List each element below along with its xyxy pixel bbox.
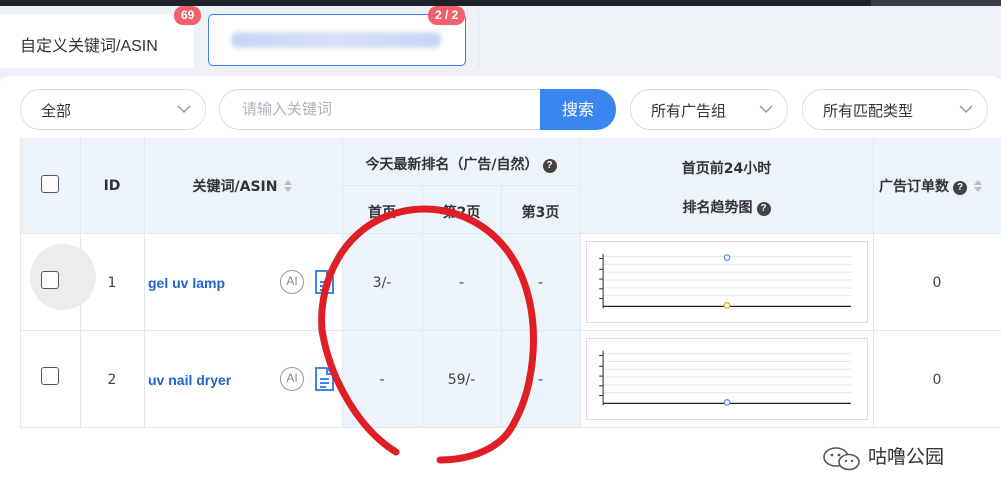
keyword-link[interactable]: gel uv lamp — [148, 275, 225, 291]
help-icon[interactable]: ? — [756, 202, 771, 216]
grid-line — [20, 233, 1001, 234]
top-window-bar-right — [871, 0, 1001, 6]
col-header-trend-line2: 排名趋势图 — [682, 200, 753, 216]
col-header-rank-group: 今天最新排名（广告/自然）? — [342, 154, 580, 174]
tab-custom-keywords[interactable]: 自定义关键词/ASIN — [0, 14, 194, 68]
top-window-bar — [0, 0, 1001, 6]
rank-page2: - — [458, 275, 465, 291]
ai-icon[interactable]: AI — [280, 367, 304, 391]
match-type-select[interactable]: 所有匹配类型 — [802, 89, 988, 130]
blurred-tab-label — [231, 32, 441, 48]
sort-icon[interactable] — [283, 179, 293, 193]
grid-line — [20, 427, 1001, 428]
search-input[interactable]: 请输入关键词 — [219, 89, 541, 130]
tab-blurred[interactable] — [208, 14, 466, 66]
adgroup-select-value: 所有广告组 — [651, 102, 727, 120]
adgroup-select[interactable]: 所有广告组 — [630, 89, 788, 130]
rank-page3: - — [537, 372, 544, 388]
document-icon[interactable] — [314, 270, 334, 294]
chevron-down-icon — [759, 105, 773, 114]
rank-page2: 59/- — [447, 372, 476, 388]
row-id: 2 — [107, 372, 117, 388]
chevron-down-icon — [177, 105, 191, 114]
tab-custom-keywords-label: 自定义关键词/ASIN — [20, 38, 158, 55]
col-header-ad-orders[interactable]: 广告订单数? — [873, 176, 1001, 196]
search-button[interactable]: 搜索 — [540, 89, 616, 130]
grid-line — [20, 330, 1001, 331]
grid-line — [342, 185, 580, 186]
keyword-link[interactable]: uv nail dryer — [148, 372, 231, 388]
chevron-down-icon — [959, 105, 973, 114]
trend-chart[interactable] — [586, 338, 868, 420]
grid-line — [20, 138, 21, 428]
col-header-trend-line1: 首页前24小时 — [681, 161, 772, 177]
col-header-page3: 第3页 — [521, 205, 560, 221]
match-type-select-value: 所有匹配类型 — [823, 102, 914, 120]
tab-page-badge: 2 / 2 — [428, 6, 466, 25]
col-header-page2: 第2页 — [442, 205, 481, 221]
rank-page1: - — [379, 372, 385, 388]
tab-divider — [478, 10, 479, 68]
col-header-trend: 排名趋势图? — [580, 197, 873, 217]
col-header-rank-group-label: 今天最新排名（广告/自然） — [365, 157, 539, 173]
help-icon[interactable]: ? — [953, 181, 967, 195]
rank-columns-bg — [342, 234, 580, 428]
document-icon[interactable] — [314, 367, 334, 391]
rank-page1: 3/- — [372, 275, 392, 291]
col-header-ad-orders-label: 广告订单数 — [879, 179, 949, 195]
help-icon[interactable]: ? — [542, 159, 557, 173]
scope-select[interactable]: 全部 — [20, 89, 206, 130]
keyword-rank-table: ID 关键词/ASIN 今天最新排名（广告/自然）? 首页 第2页 第3页 首页… — [20, 138, 1001, 428]
row-id: 1 — [107, 275, 117, 291]
col-header-keyword[interactable]: 关键词/ASIN — [144, 176, 342, 196]
search-placeholder: 请输入关键词 — [242, 100, 333, 118]
grid-line — [501, 186, 502, 428]
sort-icon[interactable] — [973, 179, 983, 193]
col-header-page1: 首页 — [368, 205, 396, 221]
row-checkbox[interactable] — [41, 271, 59, 289]
col-header-keyword-label: 关键词/ASIN — [192, 179, 278, 195]
col-header-id: ID — [103, 178, 121, 194]
rank-page3: - — [537, 275, 544, 291]
row-checkbox[interactable] — [41, 367, 59, 385]
trend-chart[interactable] — [586, 241, 868, 323]
watermark-text: 咕噜公园 — [868, 446, 945, 468]
grid-line — [580, 138, 581, 428]
select-all-checkbox[interactable] — [41, 175, 59, 193]
tab-count-badge: 69 — [174, 6, 202, 25]
ad-orders: 0 — [932, 275, 942, 291]
ai-icon[interactable]: AI — [280, 270, 304, 294]
grid-line — [422, 186, 423, 428]
scope-select-value: 全部 — [41, 102, 72, 120]
wechat-icon — [823, 447, 860, 471]
ad-orders: 0 — [932, 372, 942, 388]
